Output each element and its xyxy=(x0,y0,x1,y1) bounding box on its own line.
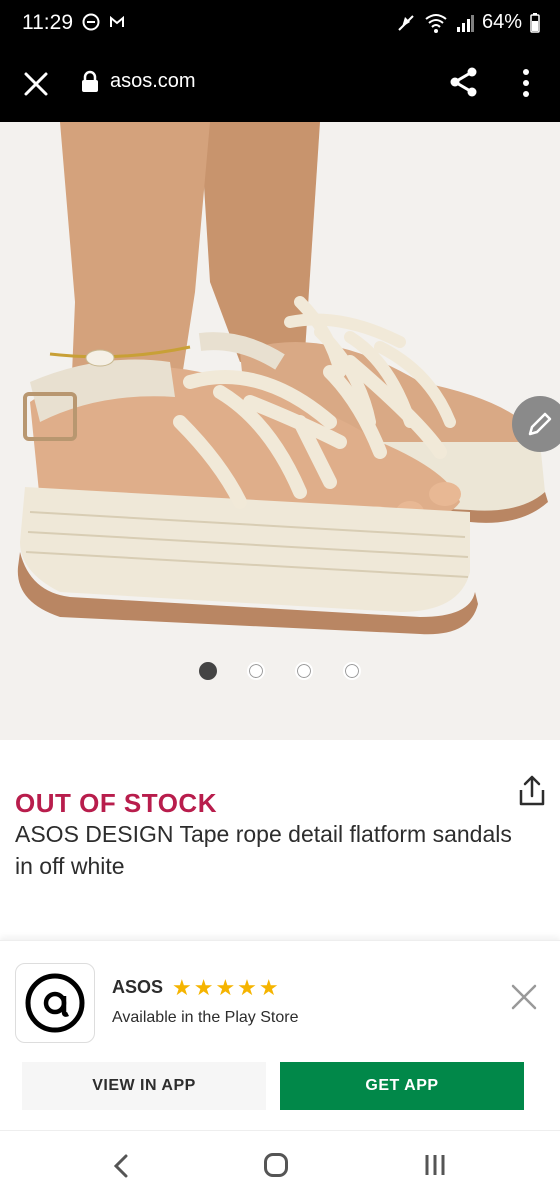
edit-button[interactable] xyxy=(512,396,560,452)
system-nav-bar xyxy=(0,1130,560,1201)
asos-a-icon xyxy=(25,973,85,1033)
status-left-icons xyxy=(82,13,124,31)
back-icon[interactable] xyxy=(112,1153,130,1179)
gmail-icon xyxy=(110,16,124,27)
edit-icon xyxy=(528,412,552,436)
carousel-dot[interactable] xyxy=(247,662,265,680)
carousel-dot[interactable] xyxy=(343,662,361,680)
product-photo xyxy=(0,122,560,740)
mute-icon xyxy=(398,14,414,31)
status-time: 11:29 xyxy=(22,11,73,34)
battery-text: 64% xyxy=(481,11,522,33)
get-app-button[interactable]: GET APP xyxy=(280,1062,524,1110)
app-name: ASOS xyxy=(112,977,164,997)
status-bar: 11:29 64% xyxy=(0,0,560,48)
product-image-carousel[interactable] xyxy=(0,122,560,740)
home-icon[interactable] xyxy=(264,1153,288,1177)
share-icon[interactable] xyxy=(448,66,480,98)
status-right: 64% xyxy=(396,11,540,34)
carousel-dot[interactable] xyxy=(199,662,217,680)
carousel-indicators xyxy=(0,662,560,680)
store-availability: Available in the Play Store xyxy=(112,1009,299,1026)
upload-icon[interactable] xyxy=(516,774,548,808)
browser-toolbar: asos.com xyxy=(0,48,560,122)
app-icon xyxy=(15,963,95,1043)
signal-icon xyxy=(456,14,474,32)
close-banner-icon[interactable] xyxy=(510,983,538,1011)
wifi-icon xyxy=(425,13,447,33)
url-text[interactable]: asos.com xyxy=(110,70,196,93)
carousel-dot[interactable] xyxy=(295,662,313,680)
dnd-icon xyxy=(82,13,100,31)
close-icon[interactable] xyxy=(22,70,50,98)
stock-status: OUT OF STOCK xyxy=(15,788,217,818)
view-in-app-button[interactable]: VIEW IN APP xyxy=(22,1062,266,1110)
battery-icon xyxy=(530,12,540,33)
rating-stars: ★★★★★ xyxy=(172,975,281,1000)
recent-apps-icon[interactable] xyxy=(424,1153,446,1177)
lock-icon xyxy=(82,70,98,92)
product-title: ASOS DESIGN Tape rope detail flatform sa… xyxy=(15,821,512,879)
more-icon[interactable] xyxy=(520,68,532,98)
app-install-banner: ASOS ★★★★★ Available in the Play Store V… xyxy=(0,940,560,1131)
